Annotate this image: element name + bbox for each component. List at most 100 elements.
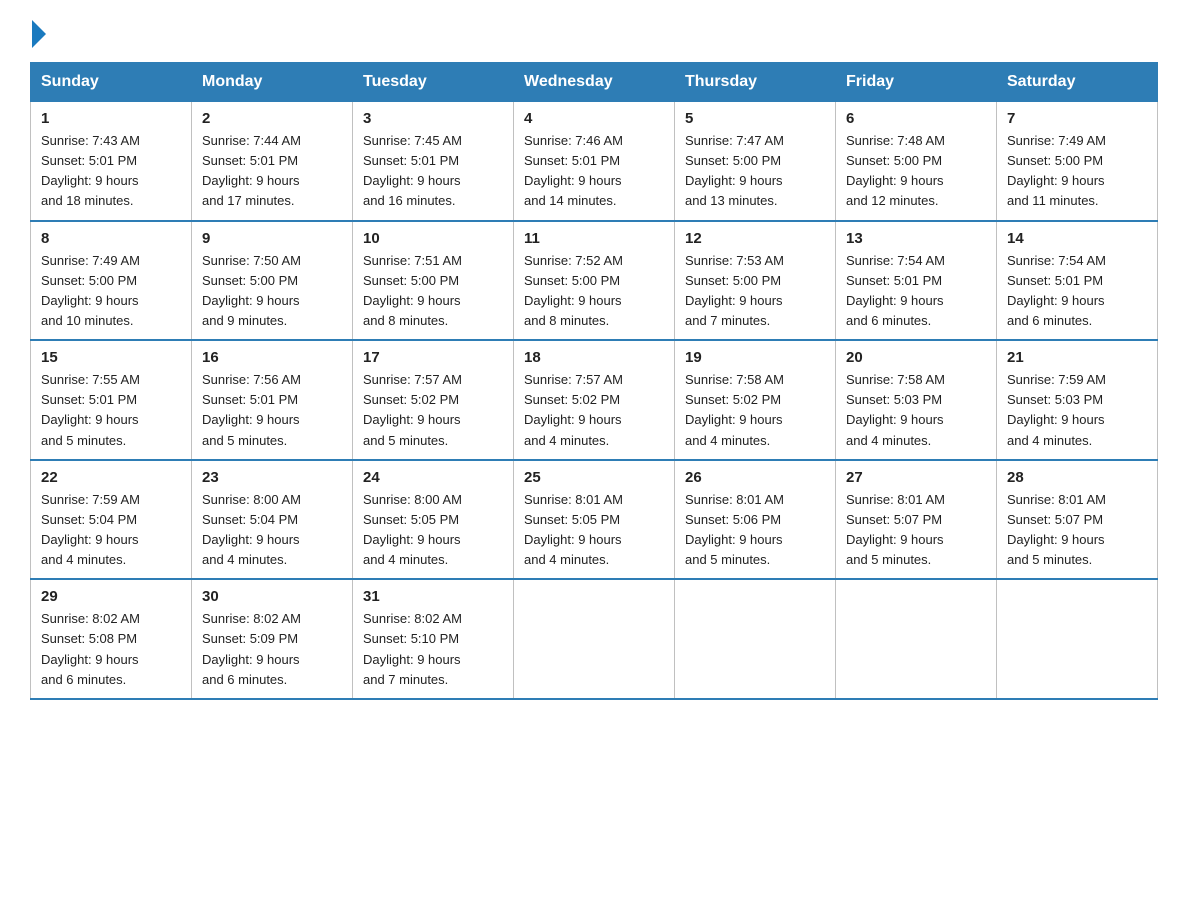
calendar-week-row: 1 Sunrise: 7:43 AMSunset: 5:01 PMDaylight…	[31, 102, 1158, 221]
day-number: 26	[685, 469, 825, 486]
page-header	[30, 20, 1158, 44]
day-info: Sunrise: 7:44 AMSunset: 5:01 PMDaylight:…	[202, 131, 342, 212]
day-info: Sunrise: 8:02 AMSunset: 5:09 PMDaylight:…	[202, 609, 342, 690]
logo	[30, 20, 47, 44]
calendar-cell: 13Sunrise: 7:54 AMSunset: 5:01 PMDayligh…	[836, 221, 997, 341]
header-monday: Monday	[192, 63, 353, 102]
day-info: Sunrise: 7:55 AMSunset: 5:01 PMDaylight:…	[41, 370, 181, 451]
day-info: Sunrise: 7:46 AMSunset: 5:01 PMDaylight:…	[524, 131, 664, 212]
day-info: Sunrise: 7:53 AMSunset: 5:00 PMDaylight:…	[685, 251, 825, 332]
day-number: 27	[846, 469, 986, 486]
day-number: 29	[41, 588, 181, 605]
day-number: 1	[41, 110, 181, 127]
calendar-cell: 31 Sunrise: 8:02 AMSunset: 5:10 PMDayligh…	[353, 579, 514, 699]
day-info: Sunrise: 7:57 AMSunset: 5:02 PMDaylight:…	[524, 370, 664, 451]
logo-text	[30, 20, 47, 48]
calendar-week-row: 22 Sunrise: 7:59 AMSunset: 5:04 PMDayligh…	[31, 460, 1158, 580]
calendar-cell: 17 Sunrise: 7:57 AMSunset: 5:02 PMDayligh…	[353, 340, 514, 460]
day-number: 16	[202, 349, 342, 366]
calendar-cell: 19 Sunrise: 7:58 AMSunset: 5:02 PMDayligh…	[675, 340, 836, 460]
day-info: Sunrise: 7:48 AMSunset: 5:00 PMDaylight:…	[846, 131, 986, 212]
day-info: Sunrise: 8:01 AMSunset: 5:06 PMDaylight:…	[685, 490, 825, 571]
day-info: Sunrise: 7:43 AMSunset: 5:01 PMDaylight:…	[41, 131, 181, 212]
calendar-cell	[997, 579, 1158, 699]
logo-triangle-icon	[32, 20, 46, 48]
header-sunday: Sunday	[31, 63, 192, 102]
calendar-cell: 29 Sunrise: 8:02 AMSunset: 5:08 PMDayligh…	[31, 579, 192, 699]
day-info: Sunrise: 7:57 AMSunset: 5:02 PMDaylight:…	[363, 370, 503, 451]
day-number: 5	[685, 110, 825, 127]
calendar-cell	[836, 579, 997, 699]
calendar-week-row: 29 Sunrise: 8:02 AMSunset: 5:08 PMDayligh…	[31, 579, 1158, 699]
calendar-cell: 12 Sunrise: 7:53 AMSunset: 5:00 PMDayligh…	[675, 221, 836, 341]
day-number: 28	[1007, 469, 1147, 486]
calendar-cell: 15 Sunrise: 7:55 AMSunset: 5:01 PMDayligh…	[31, 340, 192, 460]
day-info: Sunrise: 7:59 AMSunset: 5:04 PMDaylight:…	[41, 490, 181, 571]
day-info: Sunrise: 7:58 AMSunset: 5:02 PMDaylight:…	[685, 370, 825, 451]
header-tuesday: Tuesday	[353, 63, 514, 102]
calendar-week-row: 15 Sunrise: 7:55 AMSunset: 5:01 PMDayligh…	[31, 340, 1158, 460]
calendar-cell: 7 Sunrise: 7:49 AMSunset: 5:00 PMDaylight…	[997, 102, 1158, 221]
day-number: 19	[685, 349, 825, 366]
day-info: Sunrise: 8:02 AMSunset: 5:08 PMDaylight:…	[41, 609, 181, 690]
calendar-cell: 26 Sunrise: 8:01 AMSunset: 5:06 PMDayligh…	[675, 460, 836, 580]
day-info: Sunrise: 7:49 AMSunset: 5:00 PMDaylight:…	[1007, 131, 1147, 212]
calendar-cell: 21 Sunrise: 7:59 AMSunset: 5:03 PMDayligh…	[997, 340, 1158, 460]
header-friday: Friday	[836, 63, 997, 102]
calendar-table: SundayMondayTuesdayWednesdayThursdayFrid…	[30, 62, 1158, 700]
day-info: Sunrise: 7:47 AMSunset: 5:00 PMDaylight:…	[685, 131, 825, 212]
day-number: 31	[363, 588, 503, 605]
day-number: 14	[1007, 230, 1147, 247]
calendar-header-row: SundayMondayTuesdayWednesdayThursdayFrid…	[31, 63, 1158, 102]
day-number: 23	[202, 469, 342, 486]
day-info: Sunrise: 7:59 AMSunset: 5:03 PMDaylight:…	[1007, 370, 1147, 451]
header-saturday: Saturday	[997, 63, 1158, 102]
calendar-cell: 16 Sunrise: 7:56 AMSunset: 5:01 PMDayligh…	[192, 340, 353, 460]
day-number: 6	[846, 110, 986, 127]
calendar-week-row: 8 Sunrise: 7:49 AMSunset: 5:00 PMDaylight…	[31, 221, 1158, 341]
calendar-cell: 30Sunrise: 8:02 AMSunset: 5:09 PMDayligh…	[192, 579, 353, 699]
calendar-cell: 14Sunrise: 7:54 AMSunset: 5:01 PMDayligh…	[997, 221, 1158, 341]
day-info: Sunrise: 7:49 AMSunset: 5:00 PMDaylight:…	[41, 251, 181, 332]
day-number: 21	[1007, 349, 1147, 366]
calendar-cell: 4Sunrise: 7:46 AMSunset: 5:01 PMDaylight…	[514, 102, 675, 221]
day-number: 18	[524, 349, 664, 366]
day-info: Sunrise: 7:58 AMSunset: 5:03 PMDaylight:…	[846, 370, 986, 451]
calendar-cell: 22 Sunrise: 7:59 AMSunset: 5:04 PMDayligh…	[31, 460, 192, 580]
day-info: Sunrise: 7:54 AMSunset: 5:01 PMDaylight:…	[846, 251, 986, 332]
day-info: Sunrise: 8:02 AMSunset: 5:10 PMDaylight:…	[363, 609, 503, 690]
day-number: 24	[363, 469, 503, 486]
day-info: Sunrise: 8:01 AMSunset: 5:05 PMDaylight:…	[524, 490, 664, 571]
calendar-cell: 23 Sunrise: 8:00 AMSunset: 5:04 PMDayligh…	[192, 460, 353, 580]
calendar-cell: 6 Sunrise: 7:48 AMSunset: 5:00 PMDaylight…	[836, 102, 997, 221]
calendar-cell: 18 Sunrise: 7:57 AMSunset: 5:02 PMDayligh…	[514, 340, 675, 460]
day-info: Sunrise: 7:51 AMSunset: 5:00 PMDaylight:…	[363, 251, 503, 332]
calendar-cell: 1 Sunrise: 7:43 AMSunset: 5:01 PMDaylight…	[31, 102, 192, 221]
day-number: 20	[846, 349, 986, 366]
day-info: Sunrise: 8:01 AMSunset: 5:07 PMDaylight:…	[846, 490, 986, 571]
day-number: 22	[41, 469, 181, 486]
header-thursday: Thursday	[675, 63, 836, 102]
day-number: 12	[685, 230, 825, 247]
day-number: 11	[524, 230, 664, 247]
calendar-cell: 25 Sunrise: 8:01 AMSunset: 5:05 PMDayligh…	[514, 460, 675, 580]
calendar-cell: 9Sunrise: 7:50 AMSunset: 5:00 PMDaylight…	[192, 221, 353, 341]
calendar-cell: 28Sunrise: 8:01 AMSunset: 5:07 PMDayligh…	[997, 460, 1158, 580]
calendar-cell: 20 Sunrise: 7:58 AMSunset: 5:03 PMDayligh…	[836, 340, 997, 460]
calendar-cell: 10Sunrise: 7:51 AMSunset: 5:00 PMDayligh…	[353, 221, 514, 341]
day-info: Sunrise: 7:50 AMSunset: 5:00 PMDaylight:…	[202, 251, 342, 332]
day-number: 17	[363, 349, 503, 366]
day-number: 15	[41, 349, 181, 366]
day-number: 25	[524, 469, 664, 486]
day-number: 7	[1007, 110, 1147, 127]
calendar-cell: 5 Sunrise: 7:47 AMSunset: 5:00 PMDaylight…	[675, 102, 836, 221]
day-info: Sunrise: 8:00 AMSunset: 5:04 PMDaylight:…	[202, 490, 342, 571]
header-wednesday: Wednesday	[514, 63, 675, 102]
day-number: 8	[41, 230, 181, 247]
day-info: Sunrise: 7:45 AMSunset: 5:01 PMDaylight:…	[363, 131, 503, 212]
calendar-cell: 3Sunrise: 7:45 AMSunset: 5:01 PMDaylight…	[353, 102, 514, 221]
calendar-cell: 8 Sunrise: 7:49 AMSunset: 5:00 PMDaylight…	[31, 221, 192, 341]
calendar-cell: 27 Sunrise: 8:01 AMSunset: 5:07 PMDayligh…	[836, 460, 997, 580]
day-info: Sunrise: 7:56 AMSunset: 5:01 PMDaylight:…	[202, 370, 342, 451]
calendar-cell	[675, 579, 836, 699]
